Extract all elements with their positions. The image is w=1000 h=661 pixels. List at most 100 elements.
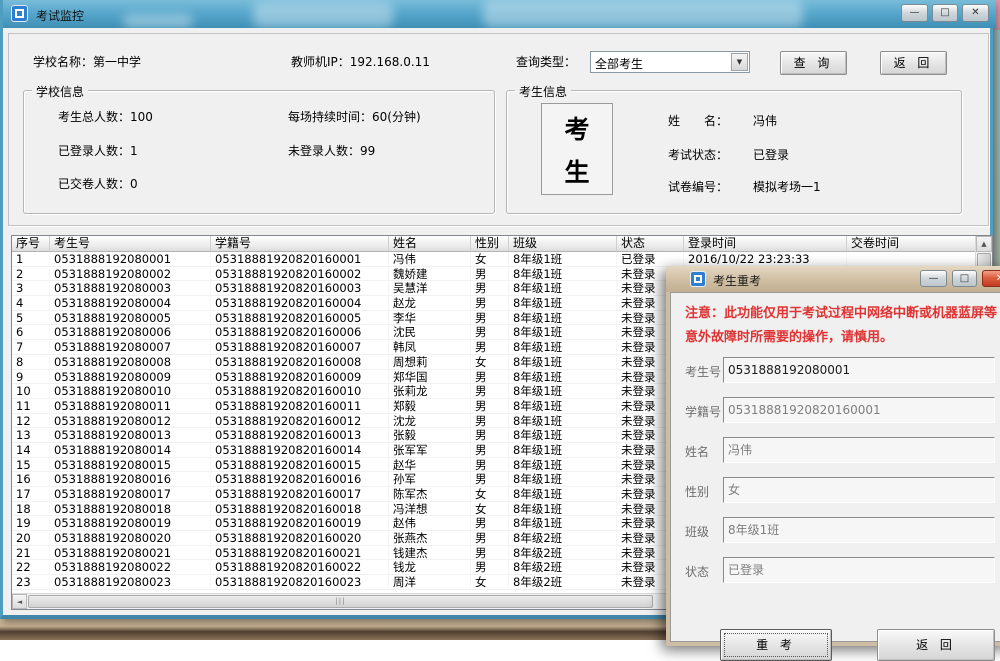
table-cell: 05318881920820160002 [211, 267, 389, 282]
examinee-no-field[interactable]: 0531888192080001 [723, 357, 995, 383]
back-button[interactable]: 返 回 [880, 51, 947, 75]
table-cell: 0531888192080017 [50, 487, 211, 502]
maximize-button[interactable]: □ [932, 4, 958, 22]
table-cell: 10 [12, 384, 50, 399]
photo-char-top: 考 [542, 113, 612, 147]
table-cell: 8年级2班 [509, 575, 617, 590]
dialog-titlebar[interactable]: 考生重考 — □ ✕ [666, 266, 1000, 292]
table-cell: 0531888192080023 [50, 575, 211, 590]
table-cell: 05318881920820160023 [211, 575, 389, 590]
table-row[interactable]: 1053188819208000105318881920820160001冯伟女… [12, 252, 976, 267]
table-cell: 05318881920820160006 [211, 325, 389, 340]
table-cell: 张毅 [389, 428, 471, 443]
table-cell: 2 [12, 267, 50, 282]
table-cell: 3 [12, 281, 50, 296]
table-cell: 男 [471, 281, 509, 296]
table-cell: 05318881920820160012 [211, 414, 389, 429]
back-button-label: 返 回 [894, 52, 934, 74]
table-cell: 8年级1班 [509, 487, 617, 502]
class-field[interactable]: 8年级1班 [723, 517, 995, 543]
table-cell: 0531888192080007 [50, 340, 211, 355]
field-label-class: 班级 [685, 523, 709, 540]
query-type-combobox[interactable]: 全部考生 ▼ [590, 51, 750, 73]
table-cell: 钱建杰 [389, 546, 471, 561]
column-header[interactable]: 学籍号 [211, 236, 389, 252]
table-cell: 14 [12, 443, 50, 458]
table-cell: 0531888192080016 [50, 472, 211, 487]
table-cell: 8年级1班 [509, 355, 617, 370]
table-cell: 孙军 [389, 472, 471, 487]
table-cell: 8年级1班 [509, 443, 617, 458]
table-cell: 赵伟 [389, 516, 471, 531]
column-header[interactable]: 班级 [509, 236, 617, 252]
column-header[interactable]: 登录时间 [684, 236, 847, 252]
table-cell: 8年级1班 [509, 458, 617, 473]
table-cell: 05318881920820160020 [211, 531, 389, 546]
dialog-close-button[interactable]: ✕ [982, 270, 1000, 287]
table-cell: 男 [471, 370, 509, 385]
table-cell: 郑毅 [389, 399, 471, 414]
close-button[interactable]: ✕ [962, 4, 989, 22]
query-button-label: 查 询 [794, 52, 834, 74]
window-titlebar[interactable]: 考试监控 — □ ✕ [3, 0, 996, 28]
table-cell: 男 [471, 340, 509, 355]
retake-button[interactable]: 重 考 [720, 629, 832, 661]
table-cell: 05318881920820160004 [211, 296, 389, 311]
submitted-count: 已交卷人数：0 [58, 175, 138, 192]
table-cell: 8年级1班 [509, 399, 617, 414]
column-header[interactable]: 状态 [617, 236, 684, 252]
table-cell: 男 [471, 325, 509, 340]
table-cell: 05318881920820160008 [211, 355, 389, 370]
table-cell: 8 [12, 355, 50, 370]
table-cell: 05318881920820160022 [211, 560, 389, 575]
table-cell: 8年级2班 [509, 546, 617, 561]
query-type-selected: 全部考生 [595, 55, 643, 72]
table-cell: 0531888192080006 [50, 325, 211, 340]
table-cell: 16 [12, 472, 50, 487]
student-name-label: 姓 名： [668, 112, 728, 129]
table-cell: 男 [471, 399, 509, 414]
table-cell: 陈军杰 [389, 487, 471, 502]
table-cell: 0531888192080002 [50, 267, 211, 282]
gender-field[interactable]: 女 [723, 477, 995, 503]
dialog-minimize-button[interactable]: — [920, 270, 947, 287]
table-cell: 周洋 [389, 575, 471, 590]
student-no-field[interactable]: 05318881920820160001 [723, 397, 995, 423]
column-header[interactable]: 序号 [12, 236, 50, 252]
column-header[interactable]: 考生号 [50, 236, 211, 252]
dialog-back-button-label: 返 回 [916, 630, 956, 660]
logged-in-count: 已登录人数：1 [58, 142, 138, 159]
table-cell: 0531888192080018 [50, 502, 211, 517]
horizontal-scroll-thumb[interactable]: ||| [28, 595, 653, 608]
query-button[interactable]: 查 询 [780, 51, 847, 75]
scroll-up-icon[interactable]: ▲ [976, 236, 992, 252]
table-cell: 男 [471, 458, 509, 473]
table-cell: 周想莉 [389, 355, 471, 370]
school-info-legend: 学校信息 [32, 83, 88, 100]
field-label-student-no: 学籍号 [685, 403, 721, 420]
teacher-ip-label: 教师机IP：192.168.0.11 [291, 53, 430, 70]
table-cell: 张军军 [389, 443, 471, 458]
table-cell: 05318881920820160021 [211, 546, 389, 561]
dialog-back-button[interactable]: 返 回 [877, 629, 995, 661]
student-name-value: 冯伟 [753, 112, 777, 129]
table-cell: 男 [471, 443, 509, 458]
table-cell: 8年级1班 [509, 267, 617, 282]
table-cell: 男 [471, 267, 509, 282]
name-field[interactable]: 冯伟 [723, 437, 995, 463]
table-cell: 女 [471, 487, 509, 502]
dialog-maximize-button[interactable]: □ [952, 270, 977, 287]
table-cell: 0531888192080011 [50, 399, 211, 414]
column-header[interactable]: 性别 [471, 236, 509, 252]
table-cell: 8年级1班 [509, 414, 617, 429]
status-field[interactable]: 已登录 [723, 557, 995, 583]
table-cell: 19 [12, 516, 50, 531]
column-header[interactable]: 姓名 [389, 236, 471, 252]
table-cell: 张燕杰 [389, 531, 471, 546]
scroll-left-icon[interactable]: ◄ [12, 594, 27, 609]
table-cell: 男 [471, 428, 509, 443]
column-header[interactable]: 交卷时间 [847, 236, 976, 252]
chevron-down-icon[interactable]: ▼ [731, 53, 748, 71]
minimize-button[interactable]: — [901, 4, 928, 22]
table-cell: 05318881920820160001 [211, 252, 389, 267]
